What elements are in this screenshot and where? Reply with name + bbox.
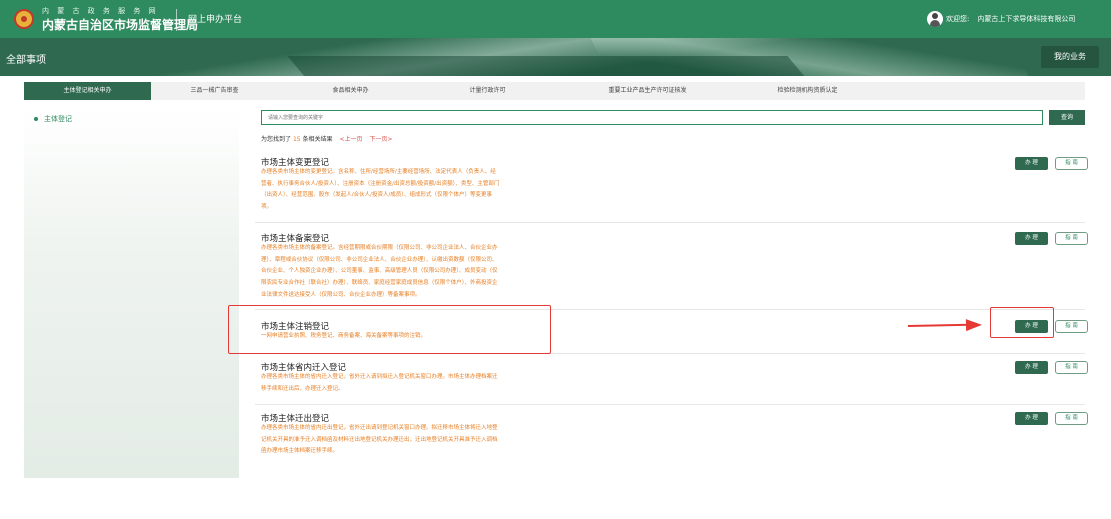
annotation-arrow-head — [965, 318, 983, 332]
item-description: 办理各类市场主体的省内迁入登记，省外迁入请到拟迁入登记机关窗口办理。市场主体办理… — [261, 374, 498, 392]
guide-button[interactable]: 指 南 — [1055, 361, 1088, 374]
result-summary: 为您找到了 15 条相关结果 <上一页 下一页> — [261, 134, 392, 143]
next-page-link[interactable]: 下一页> — [369, 136, 392, 143]
annotation-arrow — [907, 323, 971, 327]
tab-food-related[interactable]: 食品相关申办 — [287, 82, 414, 100]
user-welcome[interactable]: 欢迎您: 内蒙古上下求导体科技有限公司 — [946, 14, 1075, 24]
result-count: 15 — [292, 136, 301, 143]
item-description: 办理各类市场主体的变更登记。含名称、住所/经营场所/主要经营场所、法定代表人（负… — [261, 169, 500, 211]
welcome-text: 欢迎您: — [946, 15, 970, 23]
sidebar: 主体登记 — [24, 108, 239, 478]
brand-subtitle: 内 蒙 古 政 务 服 务 网 — [42, 7, 159, 15]
sidebar-item-label: 主体登记 — [44, 115, 72, 123]
prev-page-link[interactable]: <上一页 — [339, 136, 362, 143]
top-header: 内 蒙 古 政 务 服 务 网 内蒙古自治区市场监督管理局 网上申办平台 欢迎您… — [0, 0, 1111, 38]
tab-entity-registration[interactable]: 主体登记相关申办 — [24, 82, 151, 100]
my-business-button[interactable]: 我的业务 — [1041, 46, 1099, 68]
category-tabs: 主体登记相关申办 三品一械广告审查 食品相关申办 计量行政许可 重要工业产品生产… — [24, 82, 1085, 100]
guide-button[interactable]: 指 南 — [1055, 232, 1088, 245]
sidebar-item-entity-registration[interactable]: 主体登记 — [34, 114, 72, 124]
category-banner: 全部事项 我的业务 — [0, 38, 1111, 76]
result-suffix: 条相关结果 — [302, 136, 333, 143]
search-button[interactable]: 查询 — [1049, 110, 1085, 125]
bullet-dot-icon — [34, 117, 38, 121]
result-prefix: 为您找到了 — [261, 136, 292, 143]
brand-title[interactable]: 内蒙古自治区市场监督管理局 — [42, 16, 198, 33]
tab-metrology-permit[interactable]: 计量行政许可 — [424, 82, 551, 100]
user-avatar-icon[interactable] — [927, 11, 943, 27]
item-divider — [255, 404, 1085, 405]
tab-inspection-certification[interactable]: 检验检测机构资质认定 — [744, 82, 871, 100]
do-button[interactable]: 办 理 — [1015, 157, 1048, 170]
do-button[interactable]: 办 理 — [1015, 232, 1048, 245]
tab-industrial-license[interactable]: 重要工业产品生产许可证核发 — [584, 82, 711, 100]
guide-button[interactable]: 指 南 — [1055, 320, 1088, 333]
all-items-title: 全部事项 — [6, 55, 46, 66]
search-input[interactable] — [261, 110, 1043, 125]
item-description: 办理各类市场主体的省内迁出登记，省外迁出请到登记机关窗口办理。拟迁移市场主体将迁… — [261, 425, 498, 455]
item-divider — [255, 222, 1085, 223]
banner-decoration — [287, 56, 813, 76]
guide-button[interactable]: 指 南 — [1055, 157, 1088, 170]
do-button[interactable]: 办 理 — [1015, 361, 1048, 374]
item-description: 办理各类市场主体的备案登记。含经营期限或合伙期限（仅限公司、非公司企业法人、合伙… — [261, 245, 498, 298]
guide-button[interactable]: 指 南 — [1055, 412, 1088, 425]
annotation-highlight-box — [228, 305, 551, 354]
do-button[interactable]: 办 理 — [1015, 412, 1048, 425]
platform-label[interactable]: 网上申办平台 — [188, 12, 242, 25]
header-divider — [176, 9, 177, 31]
annotation-highlight-box — [990, 307, 1054, 338]
company-name[interactable]: 内蒙古上下求导体科技有限公司 — [977, 15, 1075, 23]
tab-advertising-review[interactable]: 三品一械广告审查 — [151, 82, 278, 100]
national-emblem-icon — [14, 9, 34, 29]
